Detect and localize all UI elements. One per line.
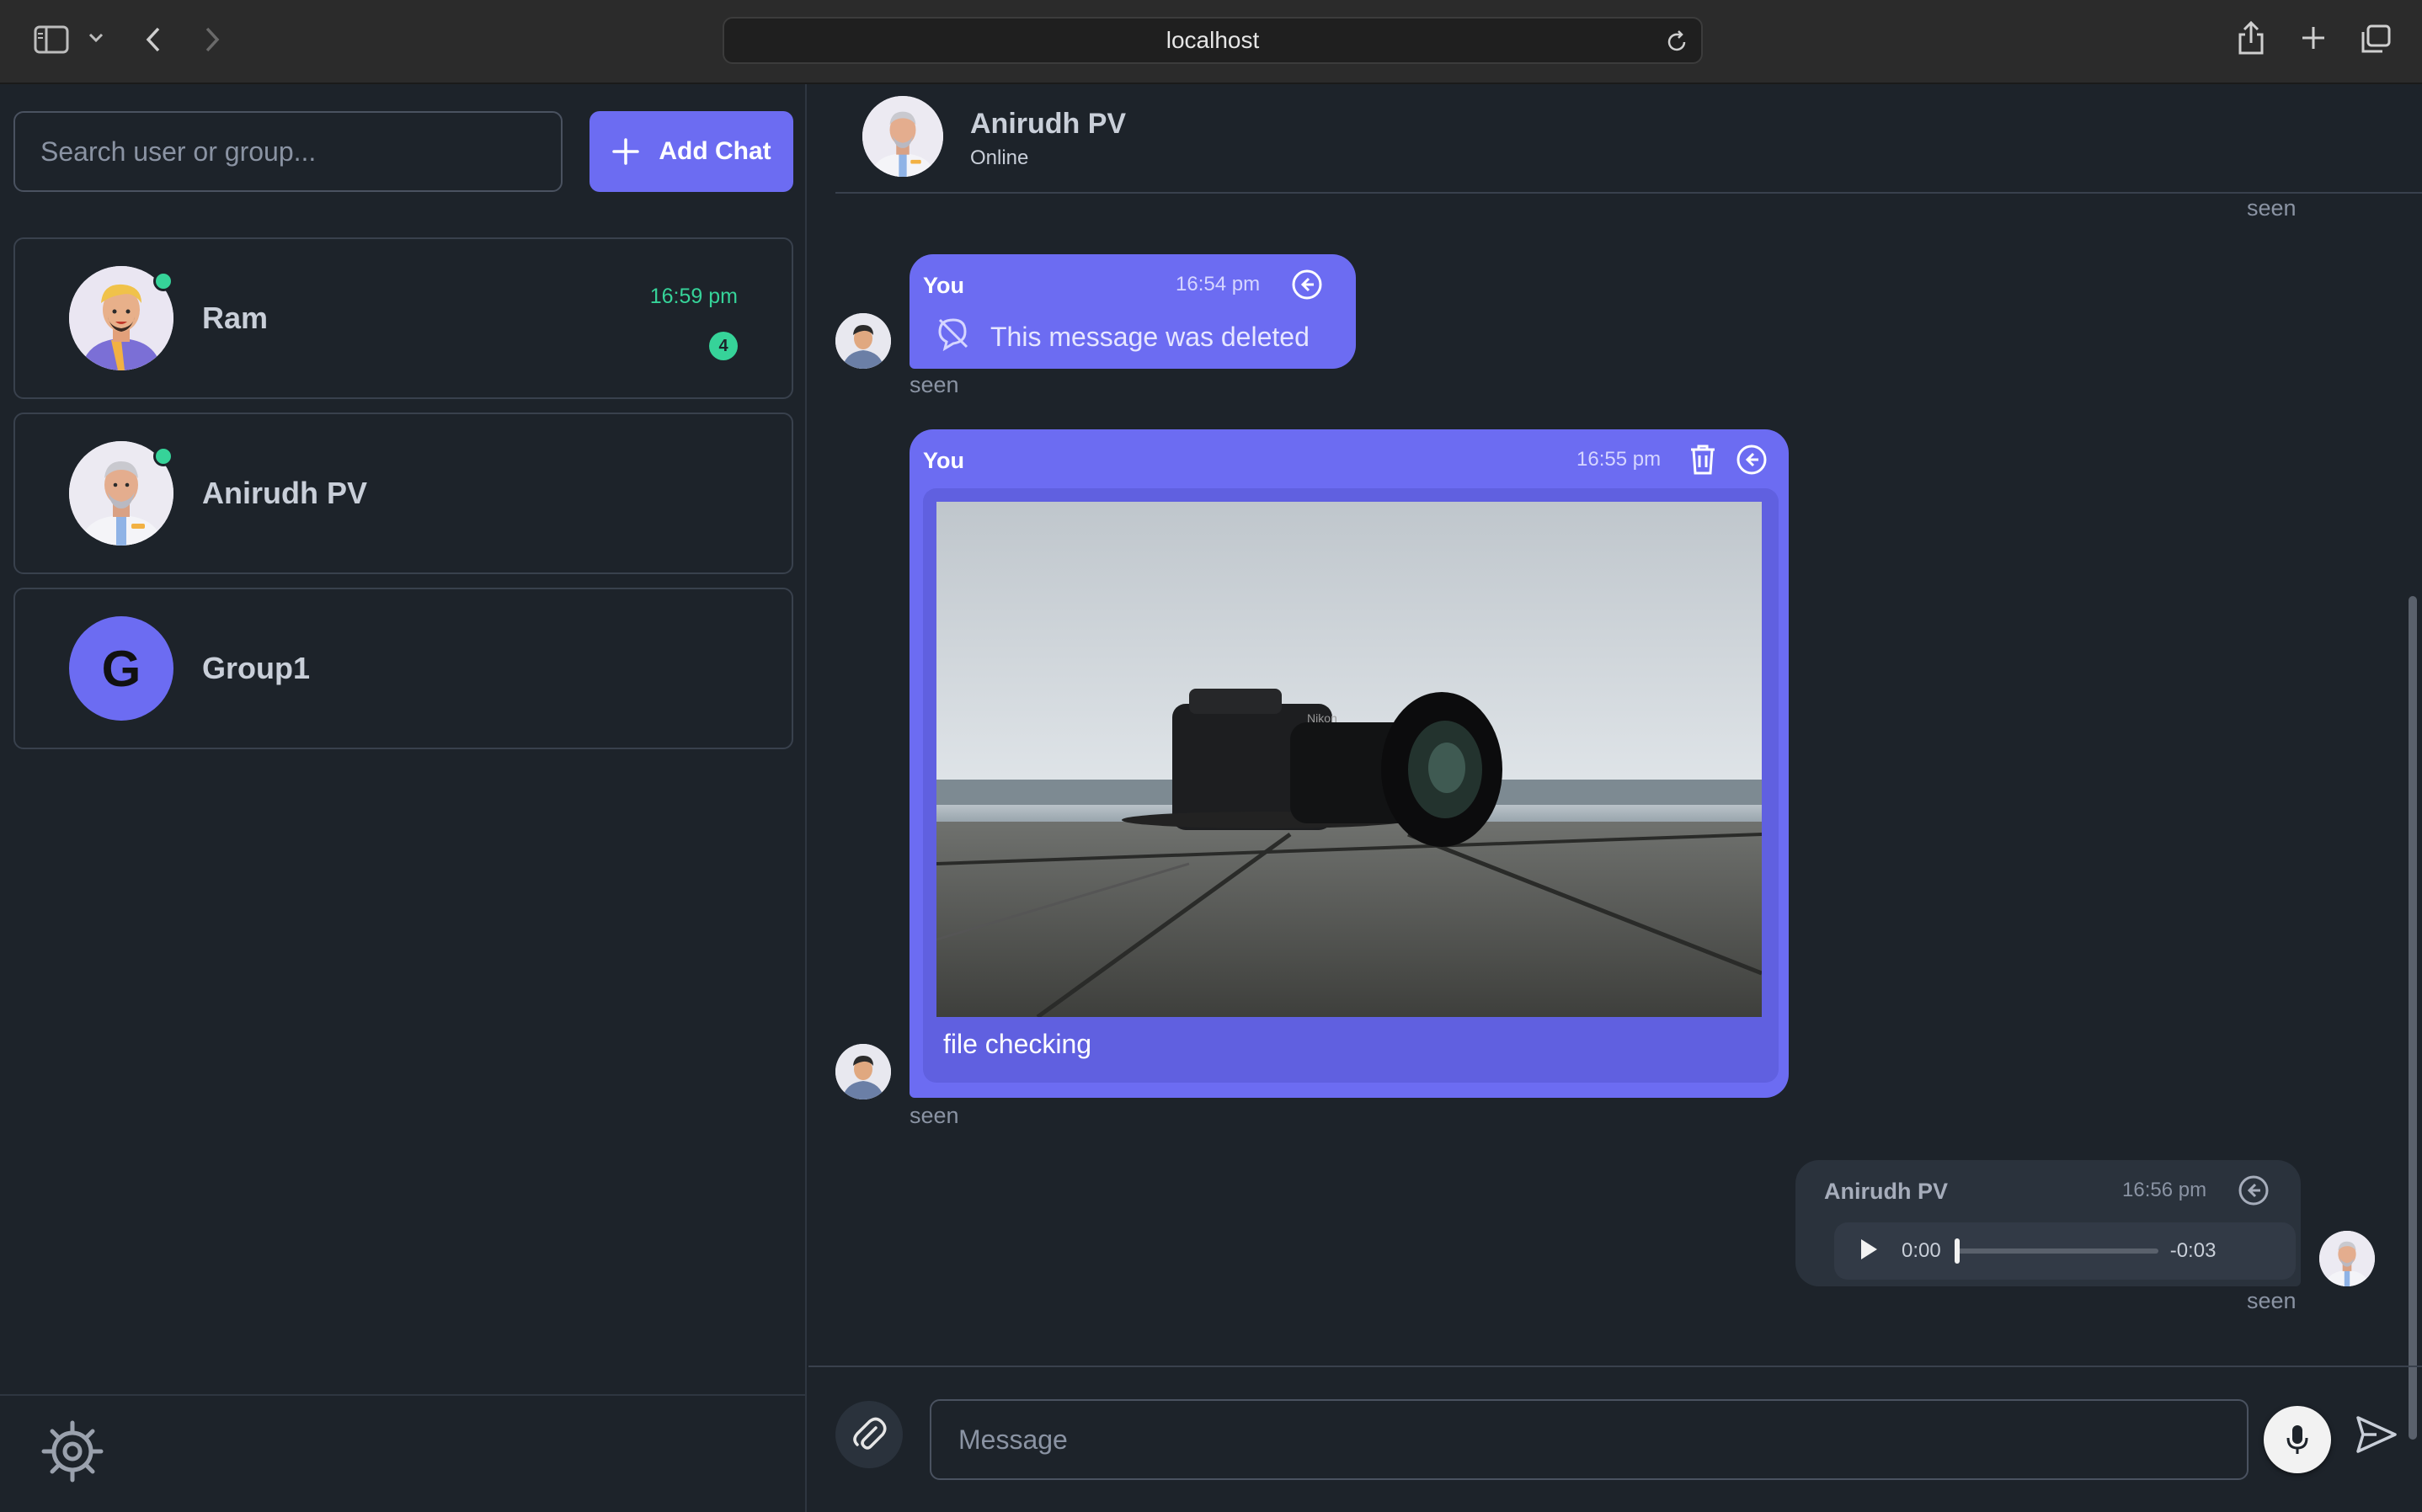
audio-remaining-time: -0:03 — [2169, 1239, 2217, 1262]
new-tab-icon[interactable] — [2299, 24, 2328, 52]
back-icon[interactable] — [143, 25, 163, 54]
plus-icon — [612, 138, 640, 165]
chat-time: 16:59 pm — [649, 285, 738, 308]
record-audio-button[interactable] — [2264, 1406, 2331, 1473]
message-sender: You — [923, 448, 964, 473]
audio-current-time: 0:00 — [1902, 1239, 1941, 1262]
unread-badge: 4 — [709, 332, 738, 360]
audio-scrubber[interactable] — [1954, 1238, 1960, 1264]
chat-item-group1[interactable]: G Group1 — [13, 588, 793, 749]
avatar — [835, 313, 891, 369]
send-icon — [2356, 1416, 2397, 1453]
camera-photo: Nikon — [936, 502, 1762, 1017]
seen-status: seen — [910, 372, 959, 397]
message-input[interactable] — [930, 1399, 2249, 1480]
reply-icon[interactable] — [1290, 268, 1324, 306]
send-button[interactable] — [2355, 1413, 2398, 1461]
add-chat-label: Add Chat — [659, 137, 771, 165]
chat-item-ram[interactable]: Ram 16:59 pm 4 — [13, 237, 793, 399]
search-input[interactable] — [13, 111, 563, 192]
online-indicator — [153, 271, 173, 291]
sidebar-footer — [0, 1394, 805, 1512]
share-icon[interactable] — [2237, 20, 2265, 56]
avatar — [2319, 1231, 2375, 1286]
message-time: 16:54 pm — [1176, 273, 1261, 295]
svg-text:Nikon: Nikon — [1307, 711, 1337, 725]
chat-name: Anirudh PV — [202, 476, 367, 510]
seen-status: seen — [2247, 195, 2297, 221]
audio-progress-bar[interactable] — [1954, 1238, 2158, 1264]
sidebar-toggle-icon[interactable] — [34, 25, 69, 54]
chat-header: Anirudh PV Online — [835, 84, 2422, 194]
image-attachment[interactable]: Nikon file checking — [923, 488, 1779, 1083]
forward-icon[interactable] — [202, 25, 222, 54]
group-avatar: G — [69, 616, 173, 721]
message-sender: Anirudh PV — [1824, 1179, 1948, 1204]
chat-name: Ram — [202, 301, 269, 335]
message-bubble-image[interactable]: You 16:55 pm Nikon file checking — [910, 429, 1789, 1098]
reload-icon[interactable] — [1666, 29, 1689, 58]
message-text: This message was deleted — [990, 322, 1310, 352]
avatar[interactable] — [862, 96, 943, 177]
contact-name: Anirudh PV — [970, 108, 1127, 140]
contact-status: Online — [970, 146, 1029, 169]
reply-icon[interactable] — [1735, 443, 1768, 481]
chat-sidebar: Add Chat Ram 16:59 pm 4 — [0, 84, 807, 1512]
add-chat-button[interactable]: Add Chat — [589, 111, 793, 192]
seen-status: seen — [910, 1103, 959, 1128]
chat-panel: Anirudh PV Online seen You 16:54 pm This… — [808, 84, 2422, 1512]
message-time: 16:55 pm — [1576, 448, 1662, 471]
chat-name: Group1 — [202, 651, 311, 685]
chevron-down-icon[interactable] — [88, 32, 104, 44]
tabs-overview-icon[interactable] — [2360, 24, 2392, 54]
chat-item-anirudh-pv[interactable]: Anirudh PV — [13, 413, 793, 574]
settings-gear-icon[interactable] — [40, 1419, 104, 1488]
image-caption: file checking — [943, 1029, 1092, 1059]
paperclip-icon — [853, 1417, 887, 1450]
message-bubble-audio[interactable]: Anirudh PV 16:56 pm 0:00 -0:03 — [1795, 1160, 2301, 1286]
microphone-icon — [2286, 1425, 2308, 1454]
message-deleted-icon — [935, 315, 972, 356]
reply-icon[interactable] — [2237, 1174, 2270, 1211]
delete-icon[interactable] — [1688, 443, 1718, 481]
seen-status: seen — [2247, 1288, 2297, 1313]
attach-button[interactable] — [835, 1401, 903, 1468]
audio-player: 0:00 -0:03 — [1834, 1222, 2296, 1280]
url-text: localhost — [1166, 27, 1260, 53]
message-composer — [808, 1366, 2422, 1512]
play-icon[interactable] — [1858, 1237, 1883, 1266]
message-bubble-deleted[interactable]: You 16:54 pm This message was deleted — [910, 254, 1356, 369]
scrollbar[interactable] — [2403, 194, 2422, 1448]
browser-toolbar: localhost — [0, 0, 2422, 84]
scrollbar-thumb[interactable] — [2409, 596, 2417, 1440]
address-bar[interactable]: localhost — [723, 17, 1703, 64]
message-time: 16:56 pm — [2122, 1179, 2207, 1201]
avatar — [835, 1044, 891, 1099]
online-indicator — [153, 446, 173, 466]
message-sender: You — [923, 273, 964, 298]
